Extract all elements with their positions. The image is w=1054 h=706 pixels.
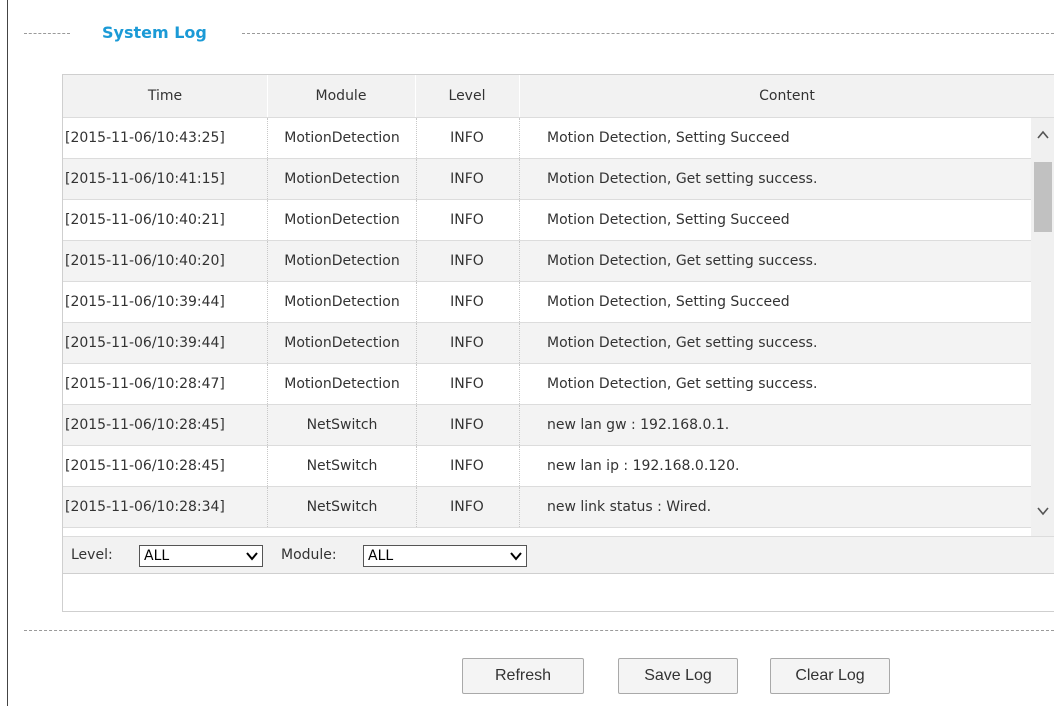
table-row: [2015-11-06/10:43:25] MotionDetection INFO… <box>63 118 1031 159</box>
cell-level: INFO <box>415 241 520 281</box>
table-row: [2015-11-06/10:40:21] MotionDetection INFO… <box>63 200 1031 241</box>
section-header: System Log <box>24 22 1054 46</box>
section-title: System Log <box>102 23 207 42</box>
table-row: [2015-11-06/10:28:45] NetSwitch INFO new la… <box>63 446 1031 487</box>
cell-time: [2015-11-06/10:28:34] <box>65 499 225 515</box>
cell-time: [2015-11-06/10:41:15] <box>65 171 225 187</box>
chevron-down-icon <box>510 546 522 572</box>
save-log-button[interactable]: Save Log <box>618 658 738 694</box>
system-log-table: Time Module Level Content [2015-11-06/10… <box>62 74 1054 612</box>
table-row: [2015-11-06/10:28:34] NetSwitch INFO new li… <box>63 487 1031 528</box>
table-row: [2015-11-06/10:39:44] MotionDetection INFO… <box>63 282 1031 323</box>
cell-content: Motion Detection, Setting Succeed <box>547 212 790 228</box>
cell-module: MotionDetection <box>267 200 417 240</box>
cell-content: Motion Detection, Setting Succeed <box>547 294 790 310</box>
vertical-scrollbar[interactable] <box>1031 118 1054 536</box>
chevron-down-icon <box>246 546 258 572</box>
module-filter-value: ALL <box>368 548 394 564</box>
level-filter-label: Level: <box>71 547 113 563</box>
cell-content: Motion Detection, Get setting success. <box>547 376 818 392</box>
cell-module: MotionDetection <box>267 118 417 158</box>
clear-log-button[interactable]: Clear Log <box>770 658 890 694</box>
cell-time: [2015-11-06/10:40:21] <box>65 212 225 228</box>
cell-content: Motion Detection, Get setting success. <box>547 171 818 187</box>
level-filter-select[interactable]: ALL <box>139 545 263 567</box>
cell-level: INFO <box>415 282 520 322</box>
log-rows: [2015-11-06/10:43:25] MotionDetection INFO… <box>63 118 1031 536</box>
table-row: [2015-11-06/10:28:47] MotionDetection INFO… <box>63 364 1031 405</box>
chevron-down-icon[interactable] <box>1031 504 1054 526</box>
table-row: [2015-11-06/10:28:45] NetSwitch INFO new la… <box>63 405 1031 446</box>
cell-level: INFO <box>415 364 520 404</box>
cell-module: NetSwitch <box>267 405 417 445</box>
cell-module: MotionDetection <box>267 364 417 404</box>
cell-time: [2015-11-06/10:40:20] <box>65 253 225 269</box>
cell-content: Motion Detection, Get setting success. <box>547 253 818 269</box>
cell-module: NetSwitch <box>267 487 417 527</box>
cell-time: [2015-11-06/10:28:45] <box>65 458 225 474</box>
cell-content: Motion Detection, Get setting success. <box>547 335 818 351</box>
cell-level: INFO <box>415 405 520 445</box>
cell-time: [2015-11-06/10:39:44] <box>65 294 225 310</box>
cell-module: MotionDetection <box>267 241 417 281</box>
filter-bar: Level: ALL Module: ALL <box>63 536 1054 574</box>
cell-time: [2015-11-06/10:39:44] <box>65 335 225 351</box>
cell-module: MotionDetection <box>267 159 417 199</box>
cell-module: NetSwitch <box>267 446 417 486</box>
scroll-thumb[interactable] <box>1034 162 1052 232</box>
cell-time: [2015-11-06/10:28:45] <box>65 417 225 433</box>
cell-content: new link status : Wired. <box>547 499 712 515</box>
cell-level: INFO <box>415 159 520 199</box>
column-header-module: Module <box>267 75 416 117</box>
module-filter-select[interactable]: ALL <box>363 545 527 567</box>
cell-content: Motion Detection, Setting Succeed <box>547 130 790 146</box>
table-row: [2015-11-06/10:41:15] MotionDetection INFO… <box>63 159 1031 200</box>
refresh-button[interactable]: Refresh <box>462 658 584 694</box>
column-header-time: Time <box>63 75 268 117</box>
cell-module: MotionDetection <box>267 323 417 363</box>
table-header: Time Module Level Content <box>63 75 1054 118</box>
module-filter-label: Module: <box>281 547 337 563</box>
cell-level: INFO <box>415 487 520 527</box>
table-row: [2015-11-06/10:40:20] MotionDetection INFO… <box>63 241 1031 282</box>
table-row: [2015-11-06/10:39:44] MotionDetection INFO… <box>63 323 1031 364</box>
cell-time: [2015-11-06/10:28:47] <box>65 376 225 392</box>
level-filter-value: ALL <box>144 548 170 564</box>
dash-left <box>24 33 70 34</box>
chevron-up-icon[interactable] <box>1031 128 1054 150</box>
dash-right <box>242 33 1054 34</box>
cell-level: INFO <box>415 200 520 240</box>
cell-level: INFO <box>415 323 520 363</box>
cell-content: new lan ip : 192.168.0.120. <box>547 458 740 474</box>
cell-level: INFO <box>415 118 520 158</box>
bottom-divider <box>24 630 1054 631</box>
left-border <box>7 0 8 706</box>
cell-level: INFO <box>415 446 520 486</box>
column-header-content: Content <box>759 88 815 104</box>
cell-module: MotionDetection <box>267 282 417 322</box>
cell-content: new lan gw : 192.168.0.1. <box>547 417 730 433</box>
cell-time: [2015-11-06/10:43:25] <box>65 130 225 146</box>
column-header-level: Level <box>415 75 520 117</box>
